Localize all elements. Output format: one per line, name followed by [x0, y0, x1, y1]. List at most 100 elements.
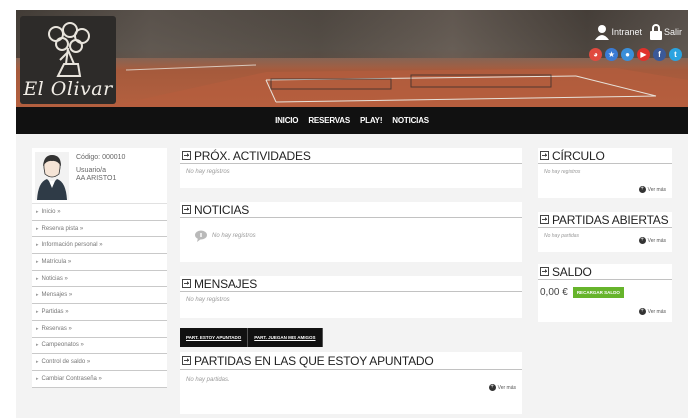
- saldo-row: 0,00 € RECARGAR SALDO: [538, 280, 672, 298]
- empty-message: No hay registros: [544, 169, 581, 175]
- picasa-icon[interactable]: ◕: [589, 48, 602, 61]
- olive-tree-logo-icon: [48, 22, 90, 77]
- user-profile: Código: 000010 Usuario/a AA ARISTO1: [32, 148, 167, 204]
- avatar: [35, 152, 69, 200]
- plus-circle-icon: +: [638, 237, 646, 244]
- panel-title: MENSAJES: [180, 276, 522, 292]
- tab-estoy-apuntado[interactable]: PART. ESTOY APUNTADO: [180, 328, 249, 347]
- sidebar-item-control-saldo[interactable]: ▸ Control de saldo »: [32, 354, 167, 371]
- sidebar-item-cambiar-contrasena[interactable]: ▸ Cambiar Contraseña »: [32, 371, 167, 388]
- nav-inicio[interactable]: INICIO: [275, 116, 298, 125]
- panel-partidas-abiertas: PARTIDAS ABIERTAS No hay partidas + Ver …: [538, 212, 672, 252]
- sidebar-item-label: Reservas »: [41, 325, 72, 332]
- empty-message-row: No hay registros: [180, 218, 522, 247]
- twitter-icon[interactable]: t: [669, 48, 682, 61]
- empty-message: No hay registros: [186, 169, 230, 175]
- salir-link[interactable]: Salir: [649, 24, 682, 40]
- user-name: Usuario/a AA ARISTO1: [76, 167, 116, 183]
- ver-mas-link[interactable]: + Ver más: [638, 186, 666, 193]
- plus-circle-icon: +: [638, 308, 646, 315]
- chevron-right-icon: ▸: [36, 342, 39, 349]
- ver-mas-label: Ver más: [497, 384, 516, 391]
- sidebar-item-campeonatos[interactable]: ▸ Campeonatos »: [32, 338, 167, 355]
- sidebar-item-label: Cambiar Contraseña »: [41, 375, 102, 382]
- arrow-box-icon: [182, 356, 191, 365]
- sidebar-item-mensajes[interactable]: ▸ Mensajes »: [32, 287, 167, 305]
- chevron-right-icon: ▸: [36, 292, 39, 299]
- nav-noticias[interactable]: NOTICIAS: [392, 116, 429, 125]
- panel-title-text: NOTICIAS: [194, 202, 250, 217]
- tab-juegan-mis-amigos[interactable]: PART. JUEGAN MIS AMIGOS: [248, 328, 323, 347]
- sidebar-item-reserva-pista[interactable]: ▸ Reserva pista »: [32, 221, 167, 238]
- ver-mas-label: Ver más: [647, 237, 666, 244]
- sidebar-item-label: Matrícula »: [41, 258, 72, 265]
- user-code: Código: 000010: [76, 154, 126, 161]
- panel-partidas-apuntado: PARTIDAS EN LAS QUE ESTOY APUNTADO No ha…: [180, 352, 522, 414]
- chevron-right-icon: ▸: [36, 275, 39, 282]
- recargar-saldo-button[interactable]: RECARGAR SALDO: [572, 287, 624, 298]
- sidebar-item-inicio[interactable]: ▸ Inicio »: [32, 204, 167, 221]
- chevron-right-icon: ▸: [36, 225, 39, 232]
- intranet-label: Intranet: [611, 27, 642, 37]
- arrow-box-icon: [540, 267, 549, 276]
- sidebar-item-label: Información personal »: [41, 242, 103, 249]
- sidebar-item-matricula[interactable]: ▸ Matrícula »: [32, 254, 167, 271]
- arrow-box-icon: [540, 151, 549, 160]
- panel-title-text: MENSAJES: [194, 276, 258, 291]
- info-bubble-icon: [195, 230, 207, 242]
- ver-mas-label: Ver más: [647, 186, 666, 193]
- social-links: ◕ ★ ● ▶ f t: [589, 48, 682, 61]
- panel-saldo: SALDO 0,00 € RECARGAR SALDO + Ver más: [538, 264, 672, 322]
- sidebar-item-label: Inicio »: [41, 208, 61, 215]
- ver-mas-link[interactable]: + Ver más: [488, 384, 516, 391]
- star-icon[interactable]: ★: [605, 48, 618, 61]
- panel-title: PARTIDAS ABIERTAS: [538, 212, 672, 228]
- sidebar-item-informacion-personal[interactable]: ▸ Información personal »: [32, 237, 167, 255]
- ver-mas-link[interactable]: + Ver más: [638, 308, 666, 315]
- lock-icon: [649, 24, 662, 40]
- sidebar-item-label: Partidas »: [41, 308, 69, 315]
- sidebar-item-partidas[interactable]: ▸ Partidas »: [32, 304, 167, 321]
- sidebar-item-label: Noticias »: [41, 275, 68, 282]
- panel-actividades: PRÓX. ACTIVIDADES No hay registros: [180, 148, 522, 188]
- chevron-right-icon: ▸: [36, 325, 39, 332]
- site-header: El Olivar Intranet Salir ◕ ★ ● ▶ f t: [16, 10, 688, 107]
- club-logo[interactable]: El Olivar: [20, 16, 116, 104]
- main-nav: INICIO RESERVAS PLAY! NOTICIAS: [16, 107, 688, 134]
- chevron-right-icon: ▸: [36, 258, 39, 265]
- panel-title: PARTIDAS EN LAS QUE ESTOY APUNTADO: [180, 352, 522, 370]
- panel-title: PRÓX. ACTIVIDADES: [180, 148, 522, 164]
- ver-mas-link[interactable]: + Ver más: [638, 237, 666, 244]
- sidebar-item-label: Reserva pista »: [41, 225, 84, 232]
- saldo-value: 0,00 €: [540, 287, 568, 298]
- youtube-icon[interactable]: ▶: [637, 48, 650, 61]
- chevron-right-icon: ▸: [36, 208, 39, 215]
- panel-title-text: PARTIDAS ABIERTAS: [552, 212, 669, 227]
- panel-title-text: PRÓX. ACTIVIDADES: [194, 148, 311, 163]
- panel-title: SALDO: [538, 264, 672, 280]
- facebook-icon[interactable]: f: [653, 48, 666, 61]
- panel-title-text: SALDO: [552, 264, 592, 279]
- flickr-icon[interactable]: ●: [621, 48, 634, 61]
- left-sidebar: Código: 000010 Usuario/a AA ARISTO1 ▸ Ini…: [32, 148, 167, 388]
- chevron-right-icon: ▸: [36, 308, 39, 315]
- empty-message: No hay partidas.: [186, 377, 230, 383]
- panel-title-text: CÍRCULO: [552, 148, 605, 163]
- user-icon: [595, 25, 610, 40]
- panel-mensajes: MENSAJES No hay registros: [180, 276, 522, 318]
- tennis-court-background: [106, 64, 688, 107]
- panel-title: CÍRCULO: [538, 148, 672, 164]
- arrow-box-icon: [182, 151, 191, 160]
- sidebar-menu: ▸ Inicio » ▸ Reserva pista » ▸ Información …: [32, 204, 167, 388]
- chevron-right-icon: ▸: [36, 359, 39, 366]
- sidebar-item-reservas[interactable]: ▸ Reservas »: [32, 321, 167, 338]
- header-links: Intranet Salir: [595, 24, 682, 40]
- nav-reservas[interactable]: RESERVAS: [308, 116, 350, 125]
- chevron-right-icon: ▸: [36, 242, 39, 249]
- sidebar-item-noticias[interactable]: ▸ Noticias »: [32, 271, 167, 288]
- user-role: Usuario/a: [76, 167, 106, 174]
- partidas-tabs: PART. ESTOY APUNTADO PART. JUEGAN MIS AM…: [180, 328, 323, 347]
- logo-text: El Olivar: [23, 78, 113, 100]
- nav-play[interactable]: PLAY!: [360, 116, 382, 125]
- intranet-link[interactable]: Intranet: [595, 24, 642, 40]
